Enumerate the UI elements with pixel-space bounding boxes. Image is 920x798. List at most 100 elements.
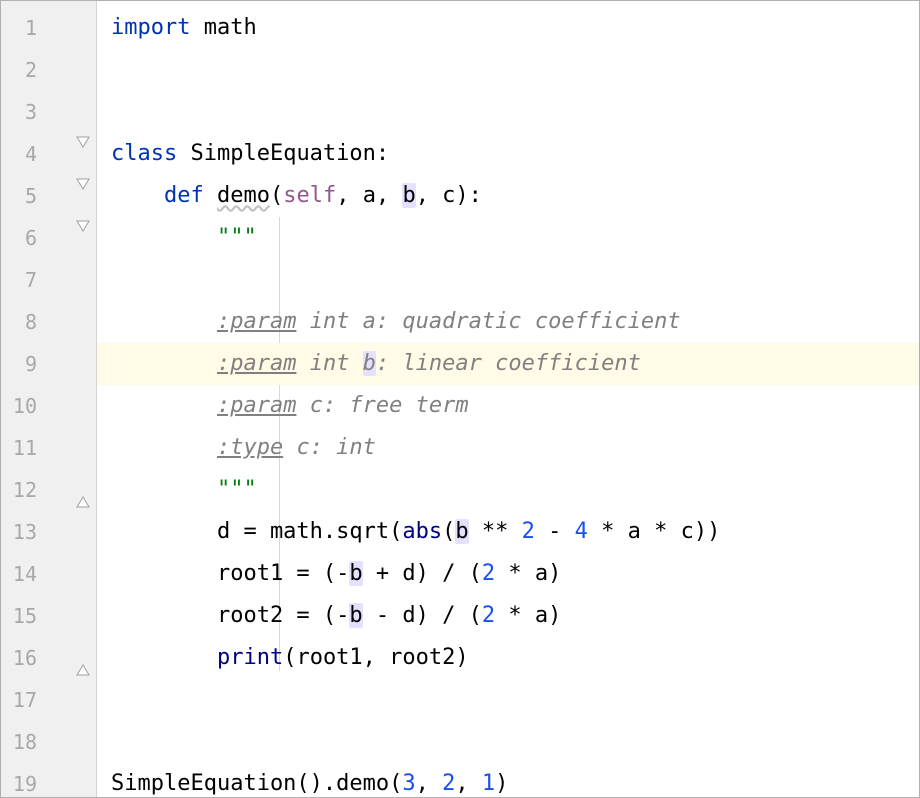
code-line[interactable]: root2 = (-b - d) / (2 * a) <box>97 595 919 637</box>
code-token <box>111 183 164 208</box>
code-line[interactable]: :param c: free term <box>97 385 919 427</box>
fold-collapse-icon[interactable] <box>76 663 90 677</box>
code-token: :param <box>217 393 296 418</box>
code-line[interactable] <box>97 91 919 133</box>
fold-expand-icon[interactable] <box>76 135 90 149</box>
code-token: ( <box>270 183 283 208</box>
code-line[interactable]: """ <box>97 217 919 259</box>
code-token <box>204 183 217 208</box>
code-line[interactable]: :param int b: linear coefficient <box>97 343 919 385</box>
line-number-column: 12345678910111213141516171819 <box>1 1 45 798</box>
code-token: 1 <box>482 771 495 796</box>
code-token: SimpleEquation().demo( <box>111 771 402 796</box>
code-token: * a) <box>495 603 561 628</box>
fold-collapse-icon[interactable] <box>76 495 90 509</box>
line-number: 6 <box>1 217 45 259</box>
code-token: b <box>349 561 362 586</box>
code-line[interactable]: import math <box>97 7 919 49</box>
code-token <box>111 393 217 418</box>
code-line[interactable] <box>97 49 919 91</box>
code-token: 4 <box>575 519 588 544</box>
line-number: 13 <box>1 511 45 553</box>
code-line[interactable]: SimpleEquation().demo(3, 2, 1) <box>97 763 919 798</box>
code-token: , <box>455 771 482 796</box>
code-token: - <box>535 519 575 544</box>
code-line[interactable] <box>97 721 919 763</box>
code-token: , <box>416 771 443 796</box>
code-token: ( <box>442 519 455 544</box>
line-number: 10 <box>1 385 45 427</box>
code-token <box>111 435 217 460</box>
code-token: 2 <box>522 519 535 544</box>
code-token: b <box>363 351 376 376</box>
code-token: demo <box>217 183 270 208</box>
code-token <box>111 477 217 502</box>
code-line[interactable]: class SimpleEquation: <box>97 133 919 175</box>
gutter: 12345678910111213141516171819 <box>1 1 97 797</box>
code-token: ) <box>495 771 508 796</box>
code-token: b <box>455 519 468 544</box>
code-token: root2 = (- <box>111 603 349 628</box>
code-token <box>111 351 217 376</box>
code-token: + d) / ( <box>363 561 482 586</box>
code-token: SimpleEquation: <box>177 141 389 166</box>
line-number: 15 <box>1 595 45 637</box>
code-token: int a: quadratic coefficient <box>296 309 680 334</box>
code-line[interactable] <box>97 259 919 301</box>
code-token: root1 = (- <box>111 561 349 586</box>
code-token: * a * c)) <box>588 519 720 544</box>
code-token: , c): <box>416 183 482 208</box>
code-token <box>111 645 217 670</box>
code-token: 3 <box>402 771 415 796</box>
code-editor[interactable]: 12345678910111213141516171819 import mat… <box>1 1 919 797</box>
code-token: b <box>349 603 362 628</box>
fold-expand-icon[interactable] <box>76 177 90 191</box>
line-number: 1 <box>1 7 45 49</box>
line-number: 4 <box>1 133 45 175</box>
code-token: :type <box>217 435 283 460</box>
code-token: self <box>283 183 336 208</box>
code-line[interactable] <box>97 679 919 721</box>
code-token: """ <box>217 225 257 250</box>
code-line[interactable]: """ <box>97 469 919 511</box>
line-number: 3 <box>1 91 45 133</box>
code-token: int <box>296 351 362 376</box>
line-number: 14 <box>1 553 45 595</box>
code-token: 2 <box>482 561 495 586</box>
line-number: 7 <box>1 259 45 301</box>
code-token: 2 <box>442 771 455 796</box>
code-token: def <box>164 183 204 208</box>
code-token: : linear coefficient <box>376 351 641 376</box>
code-line[interactable]: root1 = (-b + d) / (2 * a) <box>97 553 919 595</box>
code-token: :param <box>217 309 296 334</box>
code-area[interactable]: import math class SimpleEquation: def dem… <box>97 1 919 797</box>
code-token: abs <box>402 519 442 544</box>
code-token: * a) <box>495 561 561 586</box>
code-token: - d) / ( <box>363 603 482 628</box>
code-token: ** <box>469 519 522 544</box>
fold-column <box>45 1 97 797</box>
code-token: print <box>217 645 283 670</box>
line-number: 17 <box>1 679 45 721</box>
code-line[interactable]: :param int a: quadratic coefficient <box>97 301 919 343</box>
fold-expand-icon[interactable] <box>76 219 90 233</box>
code-token: :param <box>217 351 296 376</box>
code-token: 2 <box>482 603 495 628</box>
code-line[interactable]: d = math.sqrt(abs(b ** 2 - 4 * a * c)) <box>97 511 919 553</box>
code-line[interactable]: :type c: int <box>97 427 919 469</box>
code-token: math <box>190 15 256 40</box>
code-token: d = math.sqrt( <box>111 519 402 544</box>
code-token <box>111 225 217 250</box>
code-token: , a, <box>336 183 402 208</box>
line-number: 16 <box>1 637 45 679</box>
code-token: c: free term <box>296 393 468 418</box>
line-number: 5 <box>1 175 45 217</box>
line-number: 2 <box>1 49 45 91</box>
code-token: (root1, root2) <box>283 645 468 670</box>
code-line[interactable]: print(root1, root2) <box>97 637 919 679</box>
line-number: 8 <box>1 301 45 343</box>
code-token: b <box>402 183 415 208</box>
code-token: c: int <box>283 435 376 460</box>
line-number: 12 <box>1 469 45 511</box>
code-line[interactable]: def demo(self, a, b, c): <box>97 175 919 217</box>
